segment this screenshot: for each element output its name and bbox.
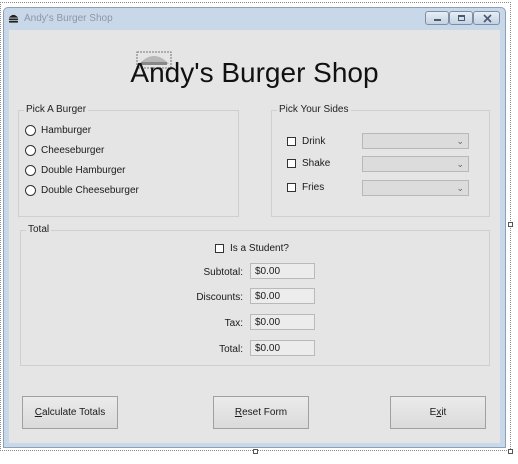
close-icon (483, 14, 492, 23)
tax-label: Tax: (224, 318, 243, 329)
exit-button[interactable]: Ex it (390, 396, 486, 429)
checkbox-shake[interactable]: Shake (287, 158, 330, 169)
checkbox-box[interactable] (215, 244, 224, 253)
radio-double-cheeseburger[interactable]: Double Cheeseburger (25, 183, 139, 197)
drink-select[interactable]: ⌄ (362, 133, 469, 149)
checkbox-box[interactable] (287, 137, 296, 146)
radio-cheeseburger[interactable]: Cheeseburger (25, 143, 104, 157)
button-accel: C (34, 407, 43, 418)
burger-group: Pick A Burger Hamburger Cheeseburger Dou… (18, 104, 239, 217)
form-client-area: Andy's Burger Shop Pick A Burger Hamburg… (9, 30, 500, 443)
radio-circle[interactable] (25, 184, 36, 196)
maximize-button[interactable] (449, 11, 473, 25)
chevron-down-icon: ⌄ (456, 183, 464, 193)
sides-group: Pick Your Sides Drink ⌄ Shake ⌄ Fries ⌄ (271, 104, 490, 217)
radio-circle[interactable] (25, 164, 36, 176)
radio-circle[interactable] (25, 144, 36, 156)
burger-icon (8, 14, 19, 23)
button-label: alculate Totals (42, 407, 106, 418)
checkbox-fries[interactable]: Fries (287, 182, 324, 193)
checkbox-label: Shake (302, 158, 331, 169)
checkbox-label: Drink (302, 136, 326, 147)
checkbox-drink[interactable]: Drink (287, 136, 325, 147)
discounts-label: Discounts: (196, 292, 243, 303)
button-accel: R (234, 407, 243, 418)
page-title: Andy's Burger Shop (130, 57, 379, 88)
resize-handle-bottom[interactable] (253, 449, 258, 454)
reset-form-button[interactable]: Reset Form (213, 396, 309, 429)
radio-hamburger[interactable]: Hamburger (25, 123, 91, 137)
checkbox-box[interactable] (287, 159, 296, 168)
checkbox-box[interactable] (287, 183, 296, 192)
title-bar: Andy's Burger Shop (4, 8, 505, 30)
burger-group-legend: Pick A Burger (24, 104, 89, 115)
button-label: E (429, 407, 437, 418)
checkbox-student[interactable]: Is a Student? (215, 243, 289, 254)
minimize-button[interactable] (425, 11, 449, 25)
button-label: it (441, 407, 447, 418)
window-title: Andy's Burger Shop (24, 13, 113, 24)
subtotal-label: Subtotal: (203, 267, 243, 278)
totals-group: Total Is a Student? Subtotal: $0.00 Disc… (20, 224, 490, 366)
shake-select[interactable]: ⌄ (362, 156, 469, 172)
resize-handle-corner[interactable] (508, 449, 513, 454)
minimize-icon (434, 19, 441, 21)
tax-field: $0.00 (250, 314, 315, 330)
radio-label: Hamburger (41, 124, 92, 136)
radio-label: Double Cheeseburger (41, 184, 139, 196)
resize-handle-right[interactable] (508, 222, 513, 227)
maximize-icon (458, 15, 465, 21)
app-window: Andy's Burger Shop Andy's Burger Shop Pi… (3, 7, 506, 448)
fries-select[interactable]: ⌄ (362, 180, 469, 196)
radio-label: Double Hamburger (41, 164, 126, 176)
chevron-down-icon: ⌄ (456, 136, 464, 146)
checkbox-label: Fries (302, 182, 325, 193)
calculate-totals-button[interactable]: Calculate Totals (22, 396, 118, 429)
totals-group-legend: Total (26, 224, 52, 235)
chevron-down-icon: ⌄ (456, 159, 464, 169)
total-field: $0.00 (250, 340, 315, 356)
radio-label: Cheeseburger (41, 144, 105, 156)
checkbox-label: Is a Student? (230, 243, 289, 254)
radio-circle[interactable] (25, 124, 36, 136)
radio-double-hamburger[interactable]: Double Hamburger (25, 163, 126, 177)
close-button[interactable] (473, 11, 500, 25)
discounts-field: $0.00 (250, 288, 315, 304)
subtotal-field: $0.00 (250, 263, 315, 279)
sides-group-legend: Pick Your Sides (277, 104, 351, 115)
button-label: eset Form (242, 407, 288, 418)
total-label: Total: (219, 344, 243, 355)
